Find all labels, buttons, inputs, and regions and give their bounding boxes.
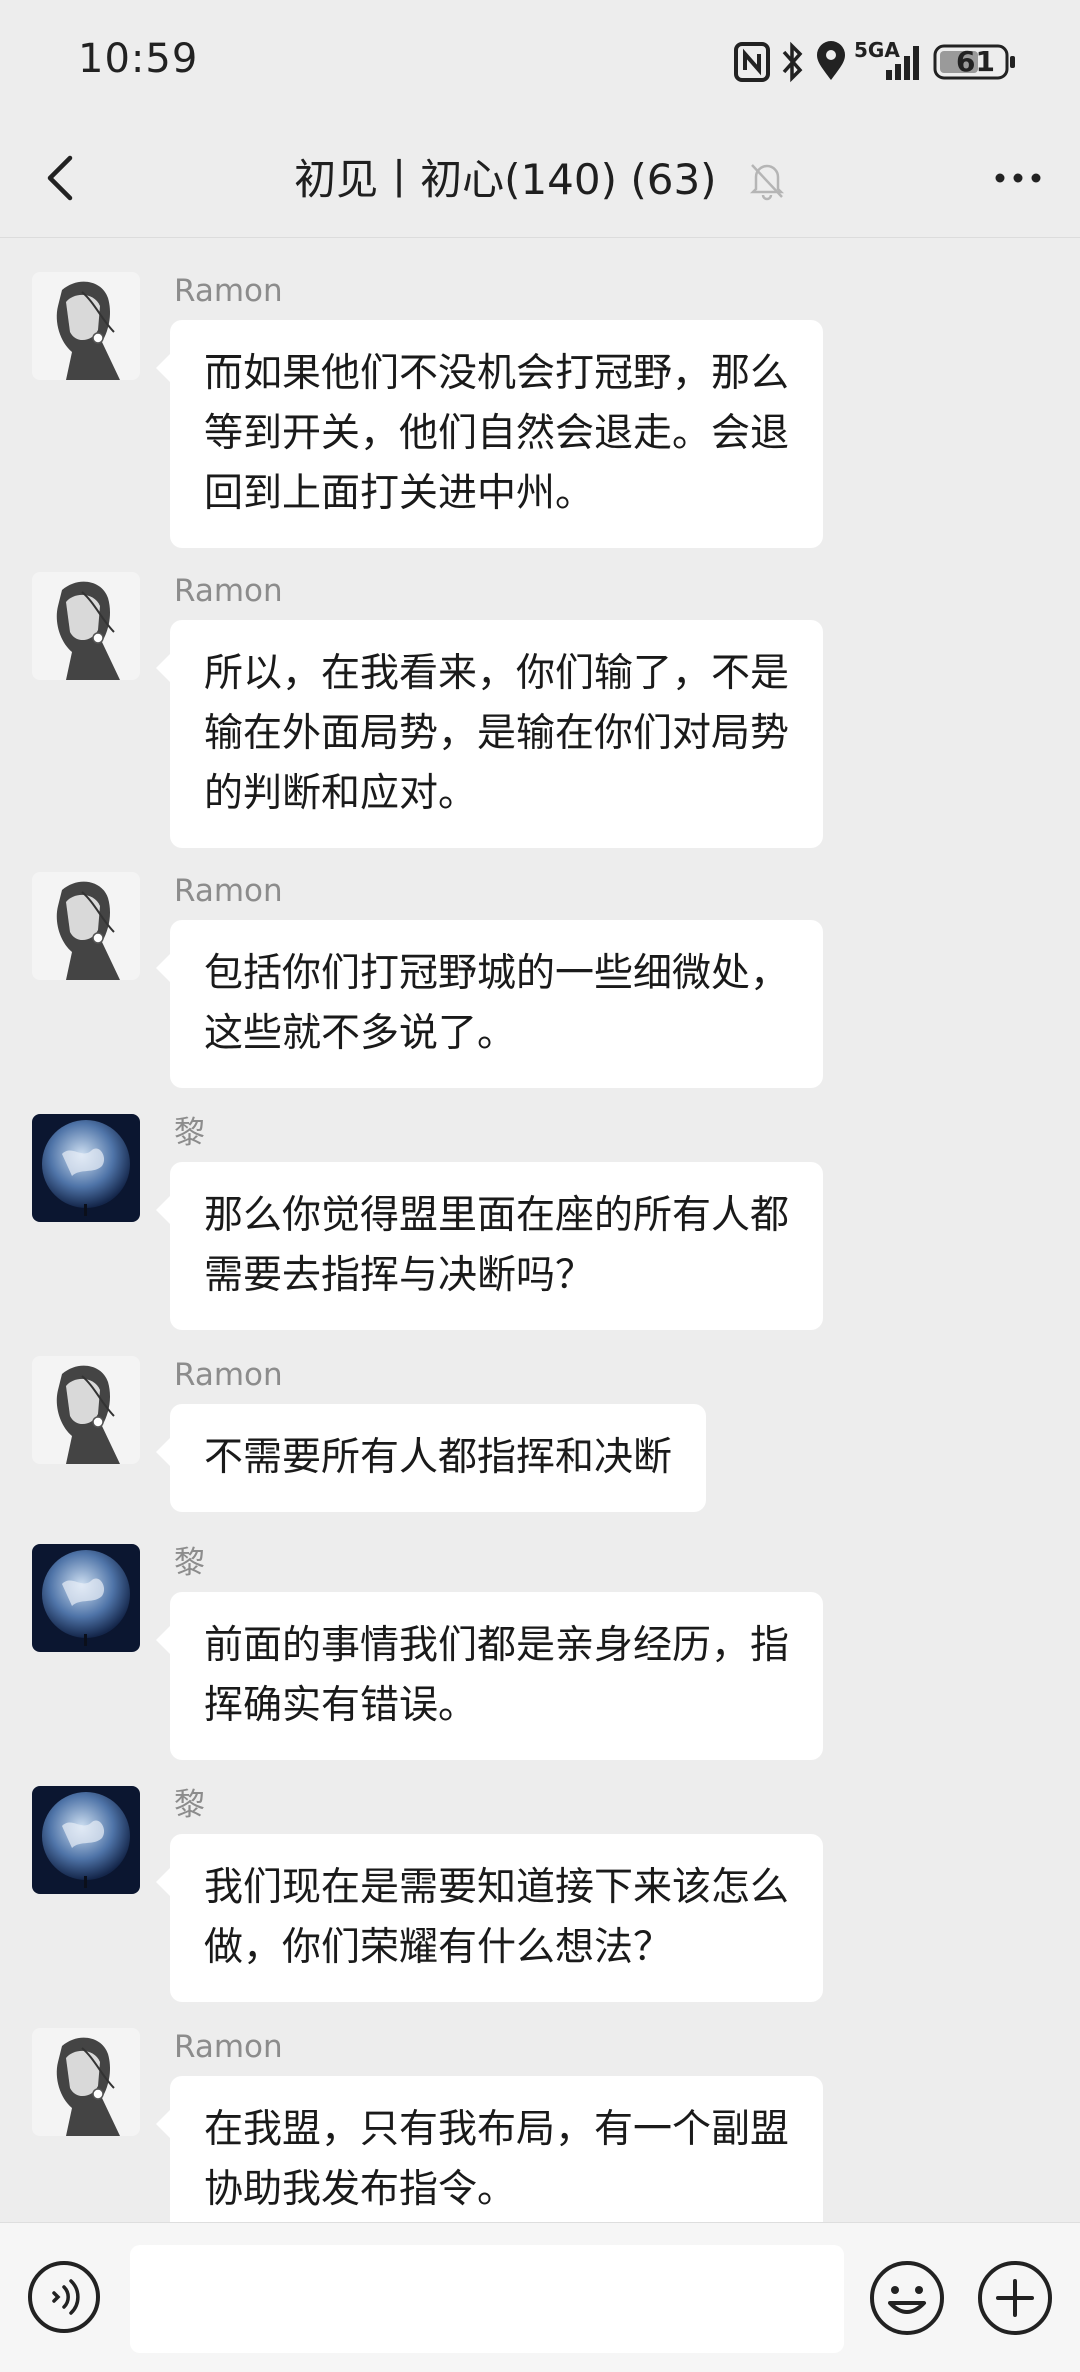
more-button[interactable]: [986, 146, 1050, 210]
message-bubble[interactable]: 包括你们打冠野城的一些细微处， 这些就不多说了。: [155, 920, 824, 1088]
message-bubble[interactable]: 在我盟，只有我布局，有一个副盟 协助我发布指令。: [155, 2076, 824, 2222]
message-bubble[interactable]: 而如果他们不没机会打冠野，那么 等到开关，他们自然会退走。会退 回到上面打关进中…: [155, 320, 824, 548]
message-bubble[interactable]: 我们现在是需要知道接下来该怎么 做，你们荣耀有什么想法？: [155, 1834, 824, 2002]
location-icon: [817, 41, 845, 80]
chat-title: 初见丨初心(140) (63): [0, 146, 1080, 211]
ramon-avatar[interactable]: [32, 572, 140, 680]
message-bubble[interactable]: 不需要所有人都指挥和决断: [155, 1404, 707, 1512]
status-time: 10:59: [78, 36, 199, 82]
ramon-avatar[interactable]: [32, 272, 140, 380]
mute-bell-icon: [749, 163, 784, 200]
input-bar: [0, 2222, 1080, 2372]
ramon-avatar[interactable]: [32, 1356, 140, 1464]
message-list[interactable]: Ramon 而如果他们不没机会打冠野，那么 等到开关，他们自然会退走。会退 回到…: [0, 238, 1080, 2222]
earth-avatar[interactable]: [32, 1544, 140, 1652]
status-bar: 10:59 5GA 61: [0, 0, 1080, 120]
sender-name: Ramon: [174, 873, 283, 909]
earth-avatar[interactable]: [32, 1114, 140, 1222]
plus-button[interactable]: [976, 2259, 1054, 2337]
voice-icon: [28, 2261, 100, 2333]
nfc-icon: [734, 42, 770, 82]
emoji-button[interactable]: [868, 2259, 946, 2337]
status-icons: 5GA 61: [734, 38, 1024, 88]
sender-name: 黎: [174, 1115, 205, 1151]
earth-avatar[interactable]: [32, 1786, 140, 1894]
more-icon: [995, 173, 1041, 183]
plus-icon: [978, 2261, 1052, 2335]
message-bubble[interactable]: 那么你觉得盟里面在座的所有人都 需要去指挥与决断吗？: [155, 1162, 824, 1330]
chat-header: 初见丨初心(140) (63): [0, 120, 1080, 238]
bluetooth-icon: [782, 41, 803, 83]
message-bubble[interactable]: 所以，在我看来，你们输了，不是 输在外面局势，是输在你们对局势 的判断和应对。: [155, 620, 824, 848]
message-input[interactable]: [130, 2245, 844, 2353]
ramon-avatar[interactable]: [32, 2028, 140, 2136]
emoji-icon: [870, 2261, 944, 2335]
ramon-avatar[interactable]: [32, 872, 140, 980]
signal-icon: [886, 46, 919, 80]
sender-name: 黎: [174, 1545, 205, 1581]
sender-name: Ramon: [174, 273, 283, 309]
sender-name: Ramon: [174, 1357, 283, 1393]
sender-name: Ramon: [174, 573, 283, 609]
group-name: 初见丨初心(140) (63): [294, 154, 717, 204]
sender-name: 黎: [174, 1787, 205, 1823]
message-bubble[interactable]: 前面的事情我们都是亲身经历，指 挥确实有错误。: [155, 1592, 824, 1760]
voice-button[interactable]: [26, 2259, 102, 2335]
battery-level: 61: [956, 45, 995, 78]
sender-name: Ramon: [174, 2029, 283, 2065]
